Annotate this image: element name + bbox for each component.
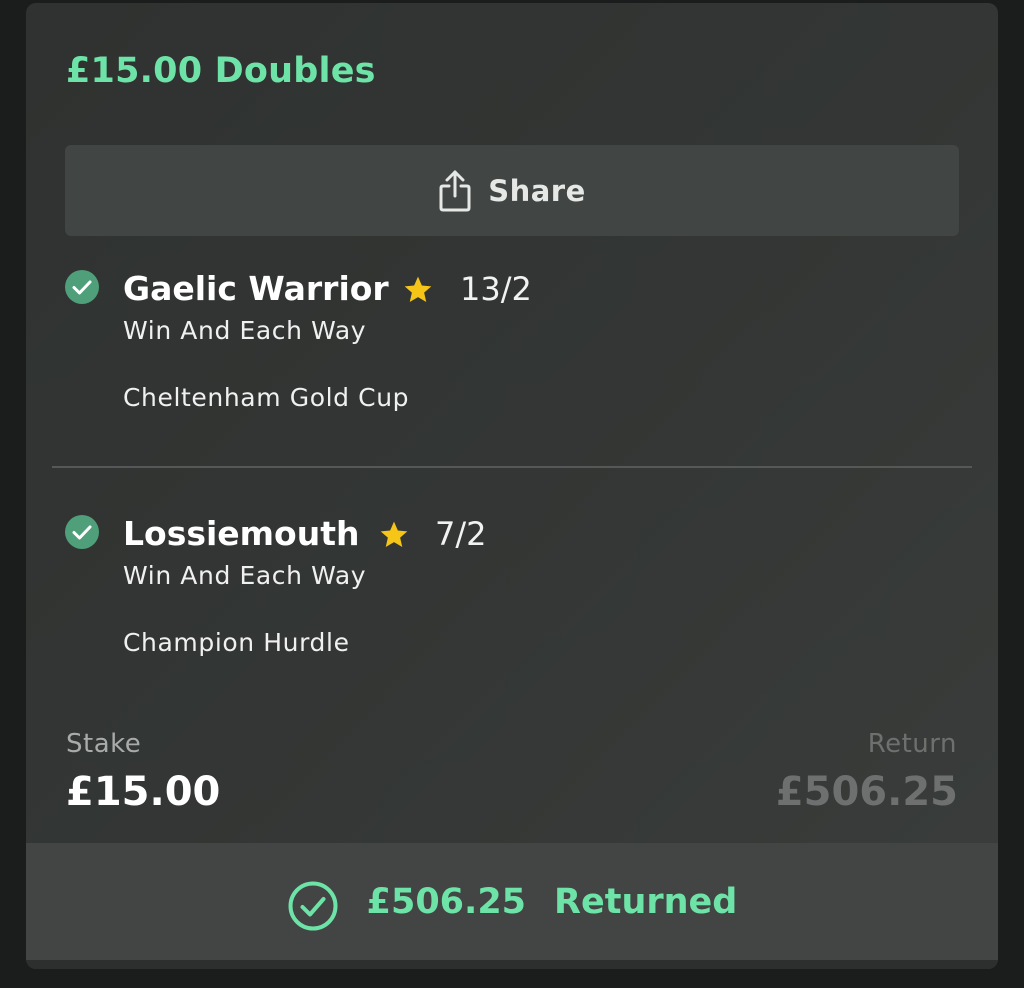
stake-label: Stake	[66, 729, 142, 759]
selection-odds: 13/2	[460, 270, 532, 308]
return-label: Return	[867, 729, 957, 759]
selection-market: Win And Each Way	[123, 316, 367, 345]
star-icon	[404, 276, 432, 302]
card-bottom-edge	[26, 960, 998, 969]
result-status: Returned	[554, 881, 738, 922]
share-label: Share	[488, 173, 586, 208]
selection-name: Gaelic Warrior	[123, 269, 389, 308]
star-icon	[380, 521, 408, 547]
selection-name: Lossiemouth	[123, 514, 360, 553]
stake-value: £15.00	[66, 769, 221, 815]
bet-title: £15.00 Doubles	[66, 51, 376, 91]
selection-market: Win And Each Way	[123, 561, 367, 590]
check-circle-icon	[65, 515, 99, 549]
selection-odds: 7/2	[435, 515, 487, 553]
share-button[interactable]: Share	[65, 145, 959, 236]
divider	[52, 466, 972, 468]
return-value: £506.25	[775, 769, 958, 815]
selection-event: Cheltenham Gold Cup	[123, 383, 410, 412]
result-banner: £506.25 Returned	[26, 843, 998, 960]
share-icon	[439, 170, 471, 211]
selection-event: Champion Hurdle	[123, 628, 350, 657]
bet-card: £15.00 Doubles Share Gaelic Warrior 13/2…	[26, 3, 998, 969]
check-circle-outline-icon	[288, 881, 338, 930]
result-amount: £506.25	[366, 881, 527, 922]
check-circle-icon	[65, 270, 99, 304]
